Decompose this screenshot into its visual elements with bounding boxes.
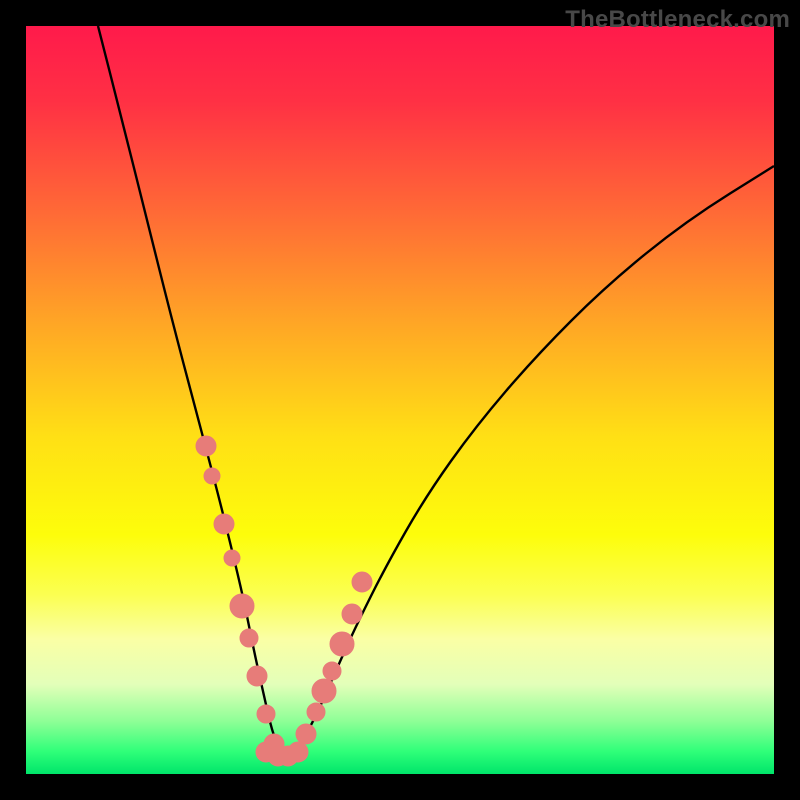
marker-group	[196, 436, 372, 766]
data-marker	[196, 436, 216, 456]
bottleneck-curve	[98, 26, 774, 753]
data-marker	[204, 468, 220, 484]
data-marker	[323, 662, 341, 680]
data-marker	[342, 604, 362, 624]
curve-layer	[26, 26, 774, 774]
chart-frame: TheBottleneck.com	[0, 0, 800, 800]
data-marker	[257, 705, 275, 723]
data-marker	[330, 632, 354, 656]
data-marker	[312, 679, 336, 703]
data-marker	[224, 550, 240, 566]
data-marker	[288, 742, 308, 762]
plot-area	[26, 26, 774, 774]
data-marker	[214, 514, 234, 534]
data-marker	[247, 666, 267, 686]
data-marker	[352, 572, 372, 592]
watermark-text: TheBottleneck.com	[565, 6, 790, 34]
data-marker	[296, 724, 316, 744]
data-marker	[230, 594, 254, 618]
data-marker	[307, 703, 325, 721]
data-marker	[240, 629, 258, 647]
